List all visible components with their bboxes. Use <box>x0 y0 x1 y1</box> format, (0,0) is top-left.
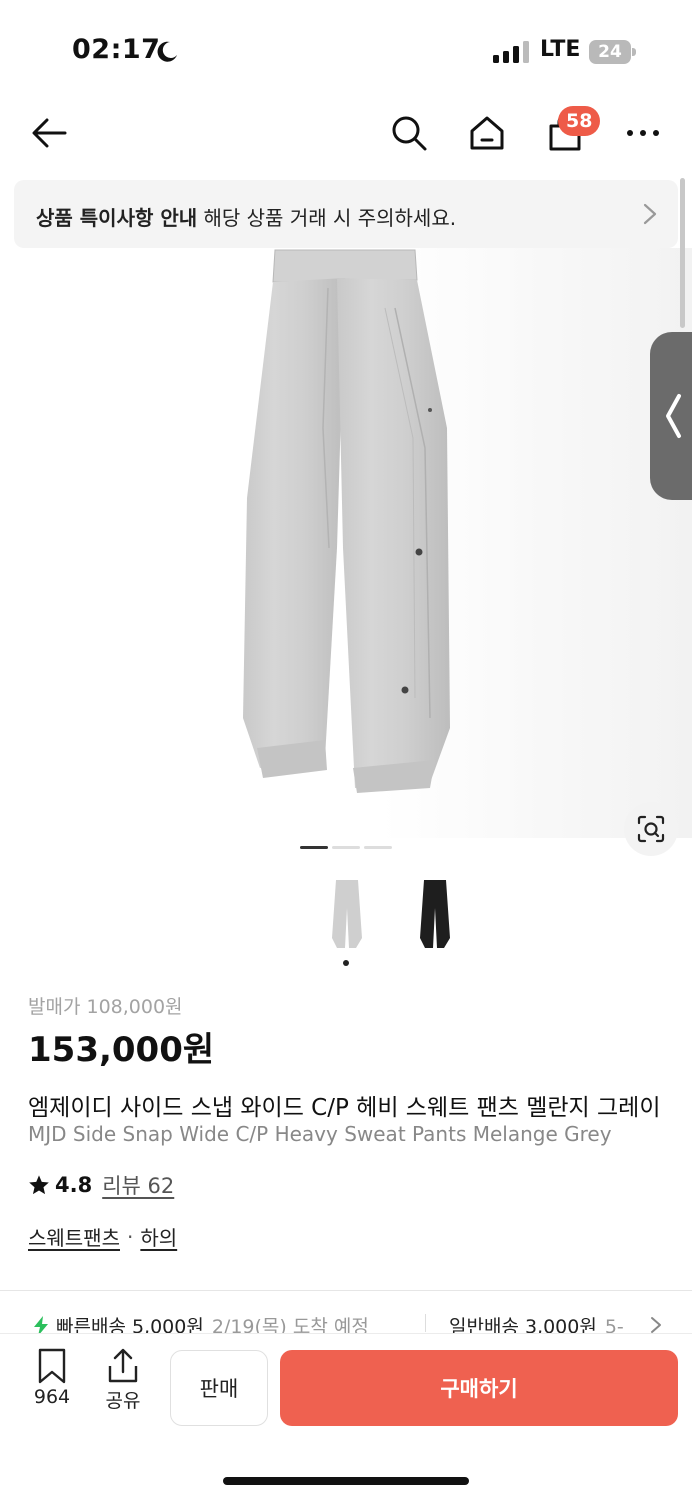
back-arrow-icon <box>32 118 67 148</box>
signal-icon <box>493 41 529 63</box>
back-button[interactable] <box>26 110 72 156</box>
pager-dot <box>332 846 360 849</box>
camera-lens-icon <box>637 815 665 843</box>
review-link[interactable]: 리뷰 62 <box>102 1170 174 1200</box>
battery-icon: 24 <box>589 40 637 64</box>
category-link-bottoms[interactable]: 하의 <box>140 1222 177 1251</box>
status-time: 02:17 <box>72 34 161 65</box>
share-label: 공유 <box>105 1390 141 1412</box>
search-icon <box>392 116 427 151</box>
bookmark-button[interactable]: 964 <box>22 1348 82 1408</box>
product-title-ko: 엠제이디 사이드 스냅 와이드 C/P 헤비 스웨트 팬츠 멜란지 그레이 <box>28 1095 661 1121</box>
bookmark-icon <box>38 1348 66 1384</box>
star-icon <box>29 1175 49 1195</box>
color-thumbnails <box>320 870 460 960</box>
category-separator: · <box>127 1224 134 1249</box>
network-label: LTE <box>540 37 581 62</box>
share-icon <box>108 1348 138 1383</box>
rating-score: 4.8 <box>55 1173 93 1197</box>
chevron-left-icon <box>666 394 681 438</box>
side-panel-handle[interactable] <box>650 332 692 500</box>
current-price: 153,000원 <box>28 1030 215 1070</box>
product-title-en: MJD Side Snap Wide C/P Heavy Sweat Pants… <box>28 1122 612 1146</box>
selected-thumb-indicator <box>343 960 349 966</box>
product-image-gallery[interactable] <box>0 248 692 838</box>
chevron-right-icon <box>651 1317 661 1333</box>
grey-pants-thumb[interactable] <box>330 878 364 950</box>
battery-level: 24 <box>598 42 622 62</box>
product-image <box>243 249 450 793</box>
home-button[interactable] <box>464 110 510 156</box>
notice-text: 상품 특이사항 안내 해당 상품 거래 시 주의하세요. <box>36 202 456 231</box>
black-pants-thumb[interactable] <box>418 878 452 950</box>
pager-dot-active <box>300 846 328 849</box>
rating-row: 4.8 리뷰 62 <box>28 1170 174 1200</box>
cart-count-badge: 58 <box>558 106 601 136</box>
more-button[interactable] <box>620 110 666 156</box>
pager-dot <box>364 846 392 849</box>
scrollbar[interactable] <box>680 178 685 328</box>
home-indicator[interactable] <box>223 1477 469 1485</box>
status-bar: 02:17 LTE 24 <box>0 0 692 100</box>
sell-button[interactable]: 판매 <box>170 1350 268 1426</box>
search-button[interactable] <box>386 110 432 156</box>
moon-icon <box>157 41 177 62</box>
category-breadcrumb: 스웨트팬츠 · 하의 <box>28 1222 177 1251</box>
retail-price: 발매가 108,000원 <box>28 996 183 1018</box>
home-icon <box>470 116 504 150</box>
image-search-button[interactable] <box>624 802 678 856</box>
share-button[interactable]: 공유 <box>93 1348 153 1413</box>
notice-message: 해당 상품 거래 시 주의하세요. <box>197 206 457 230</box>
more-icon <box>627 130 659 136</box>
bottom-action-bar: 964 공유 판매 구매하기 <box>0 1333 692 1443</box>
bookmark-count: 964 <box>33 1386 71 1408</box>
chevron-right-icon <box>643 203 657 225</box>
category-link-sweatpants[interactable]: 스웨트팬츠 <box>28 1222 120 1251</box>
buy-button[interactable]: 구매하기 <box>280 1350 678 1426</box>
shipping-separator <box>425 1314 426 1332</box>
notice-title: 상품 특이사항 안내 <box>36 206 198 230</box>
divider <box>0 1290 692 1291</box>
gallery-pager <box>300 846 392 850</box>
product-notice-banner[interactable]: 상품 특이사항 안내 해당 상품 거래 시 주의하세요. <box>14 180 678 248</box>
